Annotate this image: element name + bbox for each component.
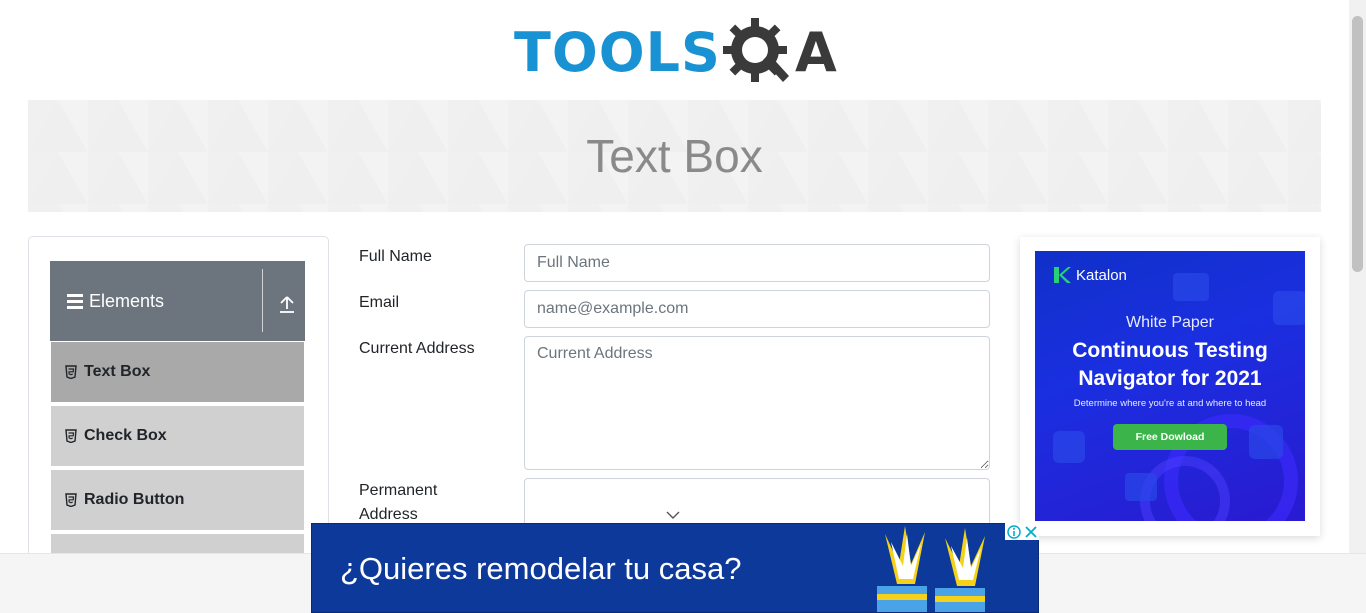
sidebar-item-check-box[interactable]: Check Box [51,406,304,468]
bottom-banner-ad[interactable]: ¿Quieres remodelar tu casa? [311,523,1039,613]
gear-magnifier-icon [722,18,789,82]
collapse-upload-icon[interactable] [278,294,296,314]
sidebar-item-text-box[interactable]: Text Box [51,342,304,404]
sidebar-item-radio-button[interactable]: Radio Button [51,470,304,532]
ad-brand: Katalon [1053,266,1127,284]
page-title: Text Box [586,130,763,182]
sidebar-item-label: Text Box [84,363,151,380]
sidebar-item-label: Check Box [84,427,167,444]
ad-headline-line2: Navigator for 2021 [1078,367,1262,390]
logo-qa-mark: A [722,16,837,90]
ad-cta-button[interactable]: Free Dowload [1113,424,1227,450]
logo-tools-text: TOOLS [514,21,721,84]
current-address-label: Current Address [359,340,475,357]
full-name-label: Full Name [359,248,432,265]
logo-a-letter: A [794,21,837,84]
sidebar-group-label: Elements [89,290,165,311]
group-divider [262,269,263,332]
email-input[interactable] [524,290,990,328]
ad-brand-name: Katalon [1076,266,1127,284]
bottom-ad-text: ¿Quieres remodelar tu casa? [340,551,742,586]
adchoices-info-icon[interactable] [1006,524,1021,539]
hamburger-icon [67,293,83,309]
ad-close-icon[interactable] [1024,525,1038,539]
sidebar-item-label: Radio Button [84,491,185,508]
email-label: Email [359,294,400,311]
ad-headline: Continuous Testing Navigator for 2021 [1035,337,1305,393]
page-banner: Text Box [28,100,1321,212]
current-address-textarea[interactable] [524,336,990,470]
adchoices-controls [1005,523,1039,540]
html5-icon [65,493,77,507]
vertical-scrollbar[interactable] [1349,0,1366,553]
permanent-address-label: Permanent Address [359,482,438,523]
katalon-logo-icon [1054,267,1071,283]
ad-plant-image [877,526,985,612]
ad-kicker: White Paper [1125,314,1215,331]
chevron-down-icon [666,511,680,519]
sidebar-group-elements[interactable]: Elements [50,261,305,341]
ad-subtext: Determine where you're at and where to h… [1073,398,1267,409]
ad-headline-line1: Continuous Testing [1072,339,1268,362]
html5-icon [65,429,77,443]
katalon-ad[interactable]: Katalon White Paper Continuous Testing N… [1035,251,1305,521]
toolsqa-logo[interactable]: TOOLS A [514,14,838,92]
scrollbar-thumb[interactable] [1352,16,1363,272]
html5-icon [65,365,77,379]
full-name-input[interactable] [524,244,990,282]
